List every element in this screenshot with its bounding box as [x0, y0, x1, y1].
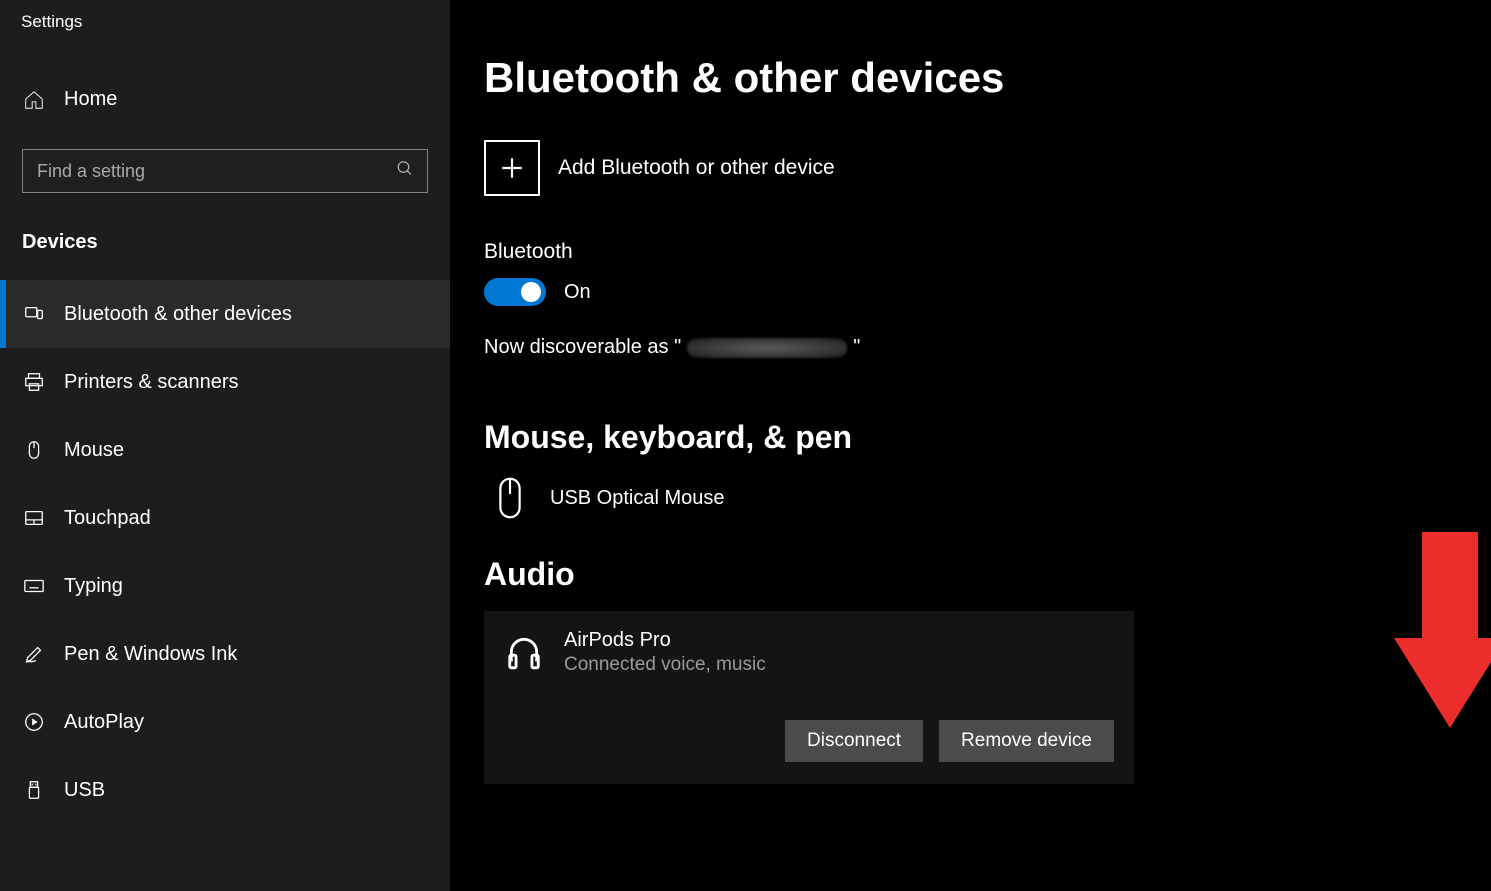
- devices-icon: [22, 303, 46, 325]
- keyboard-icon: [22, 575, 46, 597]
- search-icon: [396, 160, 414, 183]
- headphones-icon: [504, 629, 544, 671]
- settings-sidebar: Settings Home Devices Bluetooth & other …: [0, 0, 450, 891]
- sidebar-item-label: Pen & Windows Ink: [64, 643, 237, 666]
- disconnect-button[interactable]: Disconnect: [785, 720, 923, 762]
- sidebar-item-typing[interactable]: Typing: [0, 552, 450, 620]
- page-title: Bluetooth & other devices: [484, 54, 1461, 102]
- search-field-wrap: [22, 149, 428, 193]
- plus-icon: [484, 140, 540, 196]
- mouse-icon: [22, 439, 46, 461]
- sidebar-item-label: Touchpad: [64, 507, 151, 530]
- search-input[interactable]: [22, 149, 428, 193]
- mouse-icon: [490, 476, 530, 520]
- sidebar-item-label: AutoPlay: [64, 711, 144, 734]
- home-icon: [22, 89, 46, 111]
- bluetooth-toggle-state: On: [564, 281, 591, 304]
- bluetooth-heading: Bluetooth: [484, 240, 1461, 264]
- sidebar-nav: Bluetooth & other devices Printers & sca…: [0, 280, 450, 824]
- sidebar-item-label: Bluetooth & other devices: [64, 303, 292, 326]
- category-label: Devices: [0, 193, 450, 266]
- sidebar-item-label: Typing: [64, 575, 123, 598]
- sidebar-item-label: Mouse: [64, 439, 124, 462]
- redacted-pc-name: [687, 338, 847, 358]
- app-title: Settings: [0, 8, 450, 32]
- add-device-button[interactable]: Add Bluetooth or other device: [484, 140, 1461, 196]
- section-mouse-keyboard-pen: Mouse, keyboard, & pen: [484, 419, 1461, 456]
- section-audio: Audio: [484, 556, 1461, 593]
- sidebar-item-usb[interactable]: USB: [0, 756, 450, 824]
- discoverable-suffix: ": [853, 336, 860, 359]
- discoverable-prefix: Now discoverable as ": [484, 336, 681, 359]
- settings-main: Bluetooth & other devices Add Bluetooth …: [450, 0, 1491, 891]
- autoplay-icon: [22, 711, 46, 733]
- device-status: Connected voice, music: [564, 654, 766, 676]
- device-row-usb-mouse[interactable]: USB Optical Mouse: [484, 474, 1461, 556]
- remove-device-button[interactable]: Remove device: [939, 720, 1114, 762]
- device-card-airpods-pro[interactable]: AirPods Pro Connected voice, music Disco…: [484, 611, 1134, 784]
- pen-icon: [22, 643, 46, 665]
- sidebar-item-bluetooth-devices[interactable]: Bluetooth & other devices: [0, 280, 450, 348]
- sidebar-item-label: USB: [64, 779, 105, 802]
- device-name: USB Optical Mouse: [550, 487, 725, 510]
- sidebar-item-printers-scanners[interactable]: Printers & scanners: [0, 348, 450, 416]
- add-device-label: Add Bluetooth or other device: [558, 156, 835, 180]
- sidebar-item-pen-ink[interactable]: Pen & Windows Ink: [0, 620, 450, 688]
- printer-icon: [22, 371, 46, 393]
- sidebar-item-touchpad[interactable]: Touchpad: [0, 484, 450, 552]
- nav-home[interactable]: Home: [0, 78, 450, 121]
- sidebar-item-mouse[interactable]: Mouse: [0, 416, 450, 484]
- sidebar-item-autoplay[interactable]: AutoPlay: [0, 688, 450, 756]
- touchpad-icon: [22, 507, 46, 529]
- sidebar-item-label: Printers & scanners: [64, 371, 239, 394]
- nav-home-label: Home: [64, 88, 117, 111]
- device-name: AirPods Pro: [564, 629, 766, 652]
- discoverable-text: Now discoverable as " ": [484, 336, 1461, 359]
- bluetooth-toggle[interactable]: [484, 278, 546, 306]
- usb-icon: [22, 779, 46, 801]
